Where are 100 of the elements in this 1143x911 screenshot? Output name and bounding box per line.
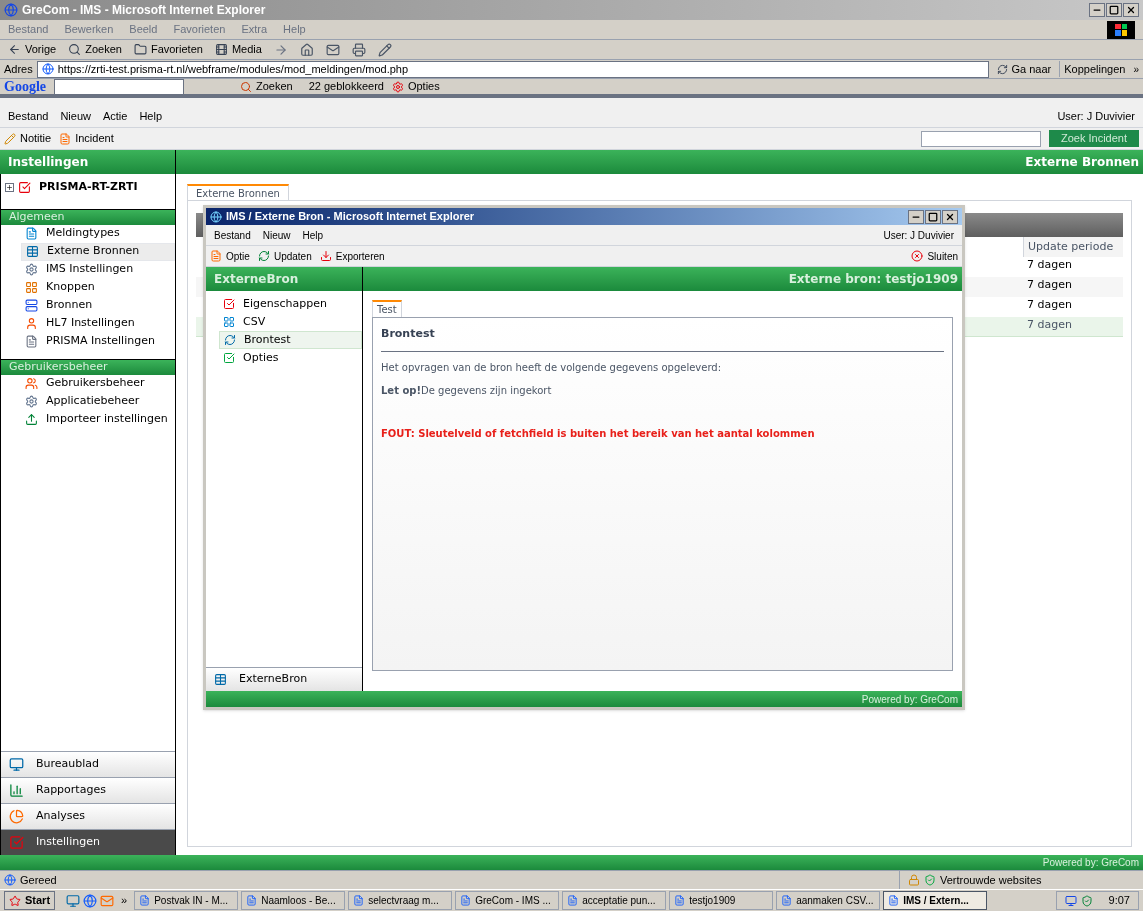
minimize-button[interactable] xyxy=(1089,3,1105,17)
taskbar-button[interactable]: Naamloos - Be... xyxy=(241,891,346,910)
google-logo[interactable]: Google xyxy=(4,76,46,97)
search-button[interactable]: Zoeken xyxy=(240,78,293,95)
check-icon xyxy=(924,874,936,886)
menu-item[interactable]: Nieuw xyxy=(60,108,91,125)
sidebar-item[interactable]: Applicatiebeheer xyxy=(21,392,175,411)
star-icon xyxy=(9,894,21,907)
group-header: Algemeen xyxy=(1,208,175,225)
mail-icon xyxy=(100,893,115,908)
toolbar-button[interactable]: Vorige xyxy=(8,41,57,58)
more-chevron[interactable]: » xyxy=(121,892,128,909)
menu-item[interactable]: Help xyxy=(139,108,163,125)
start-button[interactable]: Start xyxy=(4,891,56,910)
address-field[interactable]: https://zrti-test.prisma-rt.nl/webframe/modules/mod_meldingen/mod.php xyxy=(36,60,989,78)
document-icon xyxy=(674,895,686,906)
document-icon xyxy=(210,250,222,262)
taskbar-button[interactable]: aanmaken CSV... xyxy=(776,891,881,910)
gear-icon xyxy=(25,263,38,276)
group-header: Gebruikersbeheer xyxy=(1,358,175,375)
taskbar-button[interactable]: IMS / Extern... xyxy=(883,891,988,910)
sidebar-item[interactable]: Knoppen xyxy=(21,278,175,297)
window-title: IMS / Externe Bron - Microsoft Internet Explorer xyxy=(226,209,475,225)
menu-item[interactable]: Actie xyxy=(102,108,128,125)
search-icon xyxy=(240,80,252,93)
sidebar-heading: Instellingen xyxy=(8,154,89,171)
nav-item[interactable]: Brontest xyxy=(219,331,362,349)
note-button[interactable]: Notitie xyxy=(4,130,52,147)
sidebar-item[interactable]: Bronnen xyxy=(21,296,175,315)
sidebar-item[interactable]: HL7 Instellingen xyxy=(21,314,175,333)
document-icon xyxy=(781,895,793,906)
toolbar-button[interactable]: Media xyxy=(214,41,262,58)
nav-item[interactable]: Eigenschappen xyxy=(219,295,362,313)
toolbar-button[interactable]: Favorieten xyxy=(133,41,203,58)
document-icon xyxy=(353,895,365,906)
sidebar-item[interactable]: PRISMA Instellingen xyxy=(21,332,175,351)
user-label: User: J Duvivier xyxy=(1057,109,1135,125)
taskbar-button[interactable]: acceptatie pun... xyxy=(562,891,667,910)
table-cell-text: 7 dagen xyxy=(1026,277,1073,293)
desktop-icon xyxy=(9,757,24,772)
tab[interactable]: Externe Bronnen xyxy=(187,184,289,200)
clock: 9:07 xyxy=(1108,893,1130,909)
page-icon xyxy=(4,874,16,886)
column-header[interactable]: Update periode xyxy=(1023,237,1123,257)
close-button[interactable] xyxy=(942,209,958,224)
server-icon xyxy=(25,299,38,312)
search-incident-button[interactable]: Zoek Incident xyxy=(1048,130,1139,147)
nav-item[interactable]: Opties xyxy=(219,349,362,367)
table-icon xyxy=(26,245,39,258)
taskbar-button[interactable]: Postvak IN - M... xyxy=(134,891,239,910)
address-label: Adres xyxy=(4,61,33,77)
menu-item[interactable]: Help xyxy=(302,227,324,243)
menu-item[interactable]: Bestand xyxy=(8,108,49,125)
taskbar-button[interactable]: selectvraag m... xyxy=(348,891,453,910)
toolbar-button[interactable]: Exporteren xyxy=(319,248,385,264)
checklist-icon xyxy=(9,835,24,850)
menu-item[interactable]: Nieuw xyxy=(262,227,291,243)
mail-icon xyxy=(325,42,340,57)
edit-icon xyxy=(377,42,392,57)
incident-search-field[interactable] xyxy=(920,130,1041,147)
maximize-button[interactable] xyxy=(1106,3,1122,17)
taskbar-button[interactable]: GreCom - IMS ... xyxy=(455,891,560,910)
go-button[interactable]: Ga naar xyxy=(992,60,1056,78)
nav-tab[interactable]: Analyses xyxy=(1,803,175,829)
links-button[interactable]: Koppelingen xyxy=(1059,60,1130,78)
pencil-icon xyxy=(4,132,16,145)
sidebar-item[interactable]: IMS Instellingen xyxy=(21,260,175,279)
blocked-popups-button[interactable]: 22 geblokkeerd xyxy=(308,78,384,95)
sidebar-item[interactable]: Meldingtypes xyxy=(21,224,175,243)
tree-item[interactable]: PRISMA-RT-ZRTI xyxy=(39,179,138,196)
nav-tab[interactable]: Bureaublad xyxy=(1,751,175,777)
nav-footer[interactable]: ExterneBron xyxy=(206,667,362,691)
nav-item[interactable]: CSV xyxy=(219,313,362,331)
sidebar-item[interactable]: Gebruikersbeheer xyxy=(21,374,175,393)
close-button[interactable]: Sluiten xyxy=(911,248,958,264)
more-chevron[interactable]: » xyxy=(1133,61,1139,77)
sidebar-item[interactable]: Externe Bronnen xyxy=(21,242,175,261)
record-heading: Externe bron: testjo1909 xyxy=(788,271,958,288)
sidebar-item[interactable]: Importeer instellingen xyxy=(21,410,175,429)
folder-icon xyxy=(133,43,147,56)
incident-button[interactable]: Incident xyxy=(59,130,114,147)
toolbar-button[interactable]: Zoeken xyxy=(68,41,122,58)
menu-item[interactable]: Bestand xyxy=(214,227,251,243)
toolbar-button[interactable]: Updaten xyxy=(257,248,312,264)
lock-icon xyxy=(908,874,920,886)
page-icon xyxy=(41,63,54,75)
options-button[interactable]: Opties xyxy=(391,78,440,95)
tab[interactable]: Test xyxy=(372,300,402,317)
nav-heading: ExterneBron xyxy=(214,271,299,288)
expand-toggle[interactable] xyxy=(5,182,14,192)
toolbar-button[interactable]: Optie xyxy=(210,248,250,264)
status-text: Gereed xyxy=(20,872,57,888)
nav-tab[interactable]: Instellingen xyxy=(1,829,175,855)
taskbar-button[interactable]: testjo1909 xyxy=(669,891,774,910)
nav-tab[interactable]: Rapportages xyxy=(1,777,175,803)
refresh-icon xyxy=(224,334,236,346)
minimize-button[interactable] xyxy=(908,209,924,224)
document-icon xyxy=(25,227,38,240)
maximize-button[interactable] xyxy=(925,209,941,224)
close-button[interactable] xyxy=(1123,3,1139,17)
